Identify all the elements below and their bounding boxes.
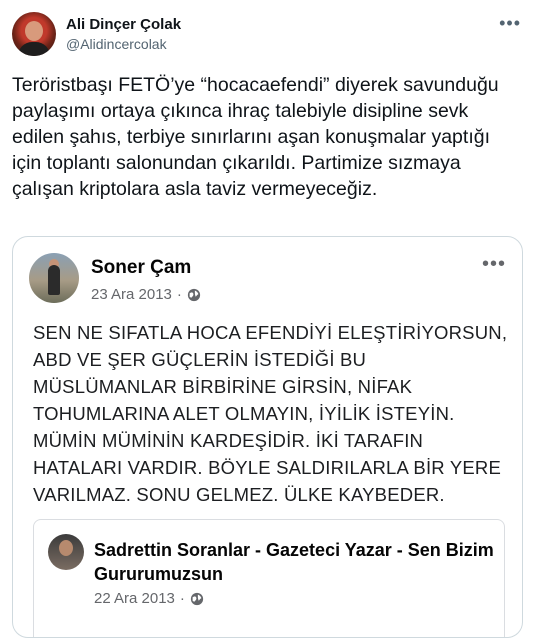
globe-icon	[187, 288, 201, 301]
embedded-image-card[interactable]: Soner Çam 23 Ara 2013 · ••• SEN NE SIFAT…	[12, 236, 523, 638]
shared-post-card: Sadrettin Soranlar - Gazeteci Yazar - Se…	[33, 519, 505, 637]
avatar-figure	[48, 265, 60, 295]
shared-post-date: 22 Ara 2013	[94, 590, 175, 607]
more-options-button[interactable]: •••	[499, 14, 521, 32]
tweet-header: Ali Dinçer Çolak @Alidincercolak •••	[12, 12, 523, 62]
tweet-text: Teröristbaşı FETÖ’ye “hocacaefendi” diye…	[12, 74, 499, 200]
avatar-face	[25, 21, 43, 41]
author-handle[interactable]: @Alidincercolak	[66, 36, 167, 52]
facebook-post-meta: 23 Ara 2013 ·	[91, 286, 201, 303]
author-avatar[interactable]	[12, 12, 56, 56]
shared-author-avatar	[48, 534, 84, 570]
globe-icon	[190, 592, 204, 605]
facebook-post-body: SEN NE SIFATLA HOCA EFENDİYİ ELEŞTİRİYOR…	[33, 322, 508, 505]
facebook-post-date: 23 Ara 2013	[91, 286, 172, 303]
facebook-author-avatar	[29, 253, 79, 303]
shared-avatar-face	[59, 540, 73, 556]
shared-meta-separator: ·	[179, 590, 185, 607]
facebook-author-name: Soner Çam	[91, 257, 192, 278]
facebook-more-icon: •••	[481, 253, 506, 275]
meta-separator: ·	[176, 286, 182, 303]
avatar-shirt	[18, 42, 50, 56]
shared-post-meta: 22 Ara 2013 ·	[94, 590, 204, 607]
shared-author-name: Sadrettin Soranlar - Gazeteci Yazar - Se…	[94, 540, 494, 584]
author-name[interactable]: Ali Dinçer Çolak	[66, 16, 181, 33]
